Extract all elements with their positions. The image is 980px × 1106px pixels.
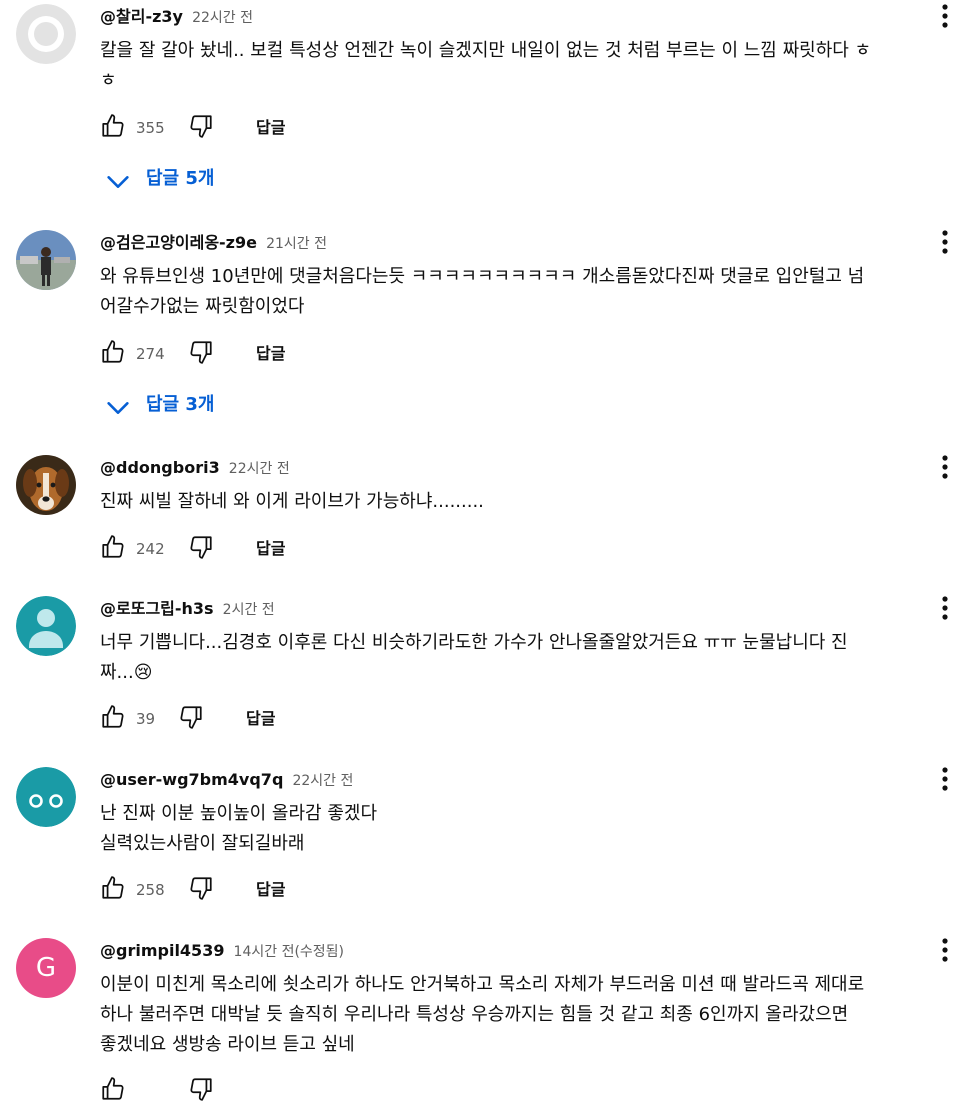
thumbs-down-icon — [190, 536, 212, 559]
reply-button[interactable]: 답글 — [246, 709, 275, 729]
view-replies-button[interactable]: 답글 5개 — [104, 164, 244, 194]
like-count: 39 — [136, 710, 156, 728]
avatar[interactable] — [16, 230, 76, 290]
comment-time[interactable]: 22시간 전 — [229, 461, 290, 477]
dislike-button[interactable] — [188, 113, 218, 143]
comment-thread: @찰리-z3y 22시간 전 칼을 잘 갈아 놨네.. 보컬 특성상 언젠간 녹… — [0, 0, 980, 200]
comment-text: 와 유튜브인생 10년만에 댓글처음다는듯 ㅋㅋㅋㅋㅋㅋㅋㅋㅋㅋ 개소름돋았다진… — [100, 266, 865, 317]
like-button[interactable] — [100, 339, 130, 369]
comment-actions: 274 답글 — [100, 339, 500, 369]
more-options-icon[interactable] — [930, 765, 960, 795]
comment-thread: G @grimpil4539 14시간 전(수정됨) 이분이 미친게 목소리에 … — [0, 934, 980, 1101]
thumbs-up-icon — [102, 535, 124, 558]
comment-thread: @ddongbori3 22시간 전 진짜 씨빌 잘하네 와 이게 라이브가 가… — [0, 451, 980, 571]
chevron-down-icon — [107, 176, 129, 188]
author-name[interactable]: @로또그립-h3s — [100, 599, 214, 618]
comment-header: @찰리-z3y 22시간 전 — [100, 6, 253, 29]
comment-text: 너무 기쁩니다...김경호 이후론 다신 비슷하기라도한 가수가 안나올줄알았거… — [100, 632, 848, 683]
comment-header: @로또그립-h3s 2시간 전 — [100, 598, 275, 621]
comment-header: @user-wg7bm4vq7q 22시간 전 — [100, 769, 353, 792]
comment-time[interactable]: 22시간 전 — [292, 773, 353, 789]
dislike-button[interactable] — [188, 534, 218, 564]
dislike-button[interactable] — [188, 339, 218, 369]
view-replies-button[interactable]: 답글 3개 — [104, 390, 244, 420]
author-name[interactable]: @ddongbori3 — [100, 458, 220, 477]
dislike-button[interactable] — [178, 704, 208, 734]
comment-time[interactable]: 22시간 전 — [192, 10, 253, 26]
thumbs-down-icon — [190, 115, 212, 138]
reply-button[interactable]: 답글 — [256, 880, 285, 900]
like-count: 258 — [136, 881, 165, 899]
avatar[interactable] — [16, 455, 76, 515]
author-name[interactable]: @user-wg7bm4vq7q — [100, 770, 283, 789]
replies-count[interactable]: 답글 5개 — [146, 168, 214, 190]
thumbs-up-icon — [102, 114, 124, 137]
comment-actions — [100, 1076, 500, 1106]
comment-time[interactable]: 14시간 전(수정됨) — [234, 944, 344, 960]
dislike-button[interactable] — [188, 1076, 218, 1106]
author-name[interactable]: @grimpil4539 — [100, 941, 224, 960]
comment-time[interactable]: 21시간 전 — [266, 236, 327, 252]
more-options-icon[interactable] — [930, 936, 960, 966]
thumbs-down-icon — [190, 877, 212, 900]
author-name[interactable]: @검은고양이레옹-z9e — [100, 233, 257, 252]
comment-text: 진짜 씨빌 잘하네 와 이게 라이브가 가능하냐......... — [100, 491, 484, 512]
like-button[interactable] — [100, 113, 130, 143]
dislike-button[interactable] — [188, 875, 218, 905]
comment-actions: 355 답글 — [100, 113, 500, 143]
thumbs-up-icon — [102, 876, 124, 899]
thumbs-down-icon — [190, 341, 212, 364]
more-options-icon[interactable] — [930, 228, 960, 258]
thumbs-up-icon — [102, 340, 124, 363]
reply-button[interactable]: 답글 — [256, 118, 285, 138]
reply-button[interactable]: 답글 — [256, 539, 285, 559]
comment-actions: 258 답글 — [100, 875, 500, 905]
avatar[interactable]: G — [16, 938, 76, 998]
avatar[interactable] — [16, 767, 76, 827]
comment-thread: @user-wg7bm4vq7q 22시간 전 난 진짜 이분 높이높이 올라감… — [0, 763, 980, 913]
like-button[interactable] — [100, 875, 130, 905]
reply-button[interactable]: 답글 — [256, 344, 285, 364]
comment-text: 이분이 미친게 목소리에 쇳소리가 하나도 안거북하고 목소리 자체가 부드러움… — [100, 974, 865, 1055]
thumbs-down-icon — [180, 706, 202, 729]
comment-actions: 39 답글 — [100, 704, 500, 734]
comment-header: @grimpil4539 14시간 전(수정됨) — [100, 940, 344, 963]
more-options-icon[interactable] — [930, 2, 960, 32]
like-count: 274 — [136, 345, 165, 363]
comment-header: @검은고양이레옹-z9e 21시간 전 — [100, 232, 327, 255]
avatar-letter: G — [35, 953, 57, 983]
comment-text: 난 진짜 이분 높이높이 올라감 좋겠다 실력있는사람이 잘되길바래 — [100, 803, 378, 854]
more-options-icon[interactable] — [930, 453, 960, 483]
like-button[interactable] — [100, 704, 130, 734]
comment-thread: @검은고양이레옹-z9e 21시간 전 와 유튜브인생 10년만에 댓글처음다는… — [0, 226, 980, 426]
comment-thread: @로또그립-h3s 2시간 전 너무 기쁩니다...김경호 이후론 다신 비슷하… — [0, 592, 980, 742]
comment-actions: 242 답글 — [100, 534, 500, 564]
like-count: 242 — [136, 540, 165, 558]
author-name[interactable]: @찰리-z3y — [100, 7, 183, 26]
avatar[interactable] — [16, 4, 76, 64]
like-count: 355 — [136, 119, 165, 137]
like-button[interactable] — [100, 534, 130, 564]
comment-time[interactable]: 2시간 전 — [223, 602, 275, 618]
more-options-icon[interactable] — [930, 594, 960, 624]
comment-text: 칼을 잘 갈아 놨네.. 보컬 특성상 언젠간 녹이 슬겠지만 내일이 없는 것… — [100, 40, 872, 91]
thumbs-up-icon — [102, 705, 124, 728]
thumbs-down-icon — [190, 1078, 212, 1101]
comment-header: @ddongbori3 22시간 전 — [100, 457, 290, 480]
chevron-down-icon — [107, 402, 129, 414]
avatar[interactable] — [16, 596, 76, 656]
like-button[interactable] — [100, 1076, 130, 1106]
thumbs-up-icon — [102, 1077, 124, 1100]
replies-count[interactable]: 답글 3개 — [146, 394, 214, 416]
